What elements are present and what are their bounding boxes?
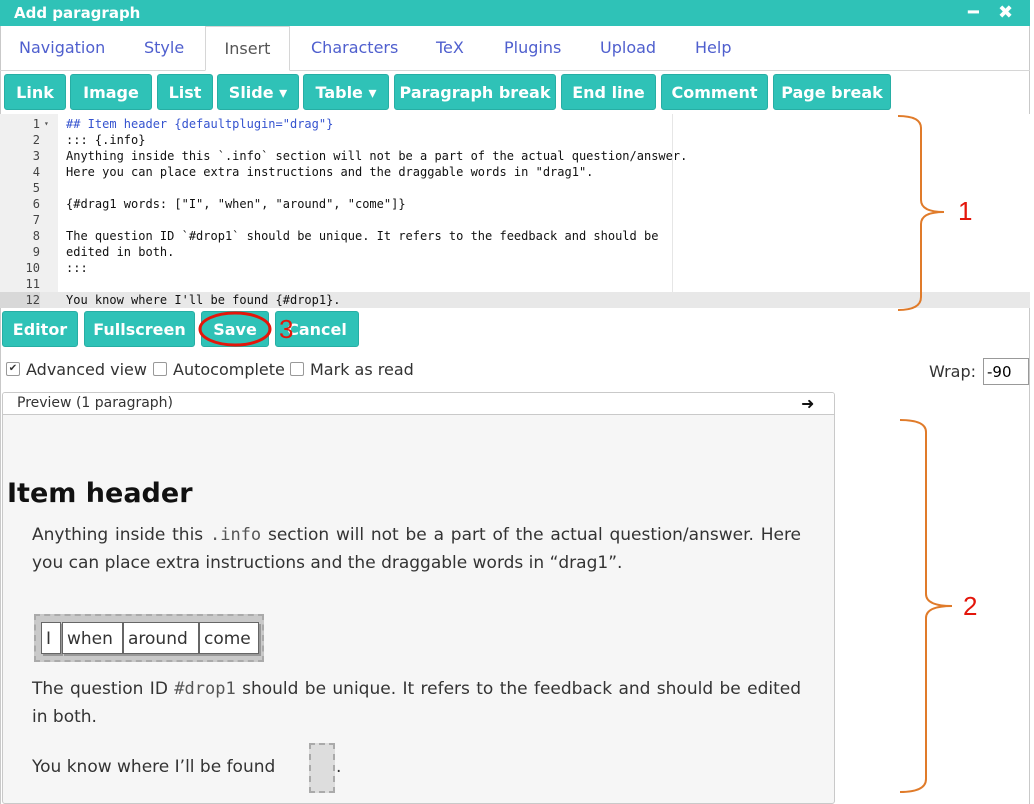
autocomplete-checkbox[interactable] (153, 361, 167, 376)
comment-button[interactable]: Comment (661, 74, 768, 110)
tab-bar: Navigation Style Insert Characters TeX P… (0, 26, 1030, 71)
editor-line[interactable]: 9 edited in both. (0, 244, 1030, 260)
annotation-label-3: 3 (279, 314, 294, 344)
line-code: You know where I'll be found {#drop1}. (66, 293, 341, 307)
line-number: 12 (0, 292, 40, 308)
line-number: 3 (32, 149, 40, 163)
tab-navigation[interactable]: Navigation (5, 26, 119, 70)
dialog-titlebar: Add paragraph ━ ✖ (0, 0, 1030, 26)
annotation-label-2: 2 (963, 591, 978, 621)
line-number: 5 (32, 181, 40, 195)
info-paragraph: Anything inside this .info section will … (32, 521, 801, 577)
preview-heading: Item header (7, 478, 193, 509)
line-code: Here you can place extra instructions an… (66, 165, 594, 179)
line-number: 1 (32, 117, 40, 131)
draggable-word[interactable]: come (199, 622, 259, 654)
line-number: 4 (32, 165, 40, 179)
tab-characters[interactable]: Characters (297, 26, 412, 70)
fold-toggle-icon[interactable]: ▾ (44, 116, 49, 132)
save-button[interactable]: Save (201, 311, 269, 347)
minimize-icon[interactable]: ━ (968, 0, 979, 26)
annotation-label-1: 1 (958, 196, 973, 226)
drop-target[interactable] (309, 743, 335, 793)
line-number: 8 (32, 229, 40, 243)
editor-lines[interactable]: 1 ▾ ## Item header {defaultplugin="drag"} 2… (0, 116, 1030, 308)
editor-line[interactable]: 7 (0, 212, 1030, 228)
line-code: ::: {.info} (66, 133, 146, 147)
drag-source-area: I when around come (34, 614, 264, 662)
question-text-1: The question ID (32, 679, 168, 699)
insert-list-button[interactable]: List (157, 74, 213, 110)
found-period: . (336, 757, 342, 777)
line-code: ::: (66, 261, 88, 275)
editor-line[interactable]: 5 (0, 180, 1030, 196)
close-icon[interactable]: ✖ (998, 0, 1013, 26)
mark-as-read-checkbox[interactable] (290, 361, 304, 376)
line-number: 9 (32, 245, 40, 259)
paragraph-break-button[interactable]: Paragraph break (394, 74, 556, 110)
insert-slide-dropdown[interactable]: Slide ▾ (217, 74, 299, 110)
line-number: 6 (32, 197, 40, 211)
tab-help[interactable]: Help (681, 26, 745, 70)
editor-line[interactable]: 8 The question ID `#drop1` should be uniq… (0, 228, 1030, 244)
wrap-label: Wrap: (929, 362, 977, 381)
advanced-view-label: Advanced view (26, 360, 147, 379)
editor-button[interactable]: Editor (2, 311, 78, 347)
tab-insert[interactable]: Insert (205, 26, 290, 71)
line-number: 11 (25, 277, 40, 291)
dialog-title: Add paragraph (14, 4, 141, 22)
editor-line[interactable]: 12 You know where I'll be found {#drop1}. (0, 292, 1030, 308)
editor-line[interactable]: 2::: {.info} (0, 132, 1030, 148)
editor-line[interactable]: 6 {#drag1 words: ["I", "when", "around", … (0, 196, 1030, 212)
info-code: .info (209, 525, 262, 545)
question-code: #drop1 (174, 679, 236, 699)
insert-link-button[interactable]: Link (4, 74, 66, 110)
advanced-view-option[interactable]: ✔ Advanced view (6, 360, 147, 379)
draggable-word[interactable]: around (123, 622, 199, 654)
preview-header: Preview (1 paragraph) ➜ (3, 393, 834, 415)
preview-title: Preview (1 paragraph) (17, 395, 174, 411)
advanced-view-checkbox[interactable]: ✔ (6, 361, 20, 376)
tab-tex[interactable]: TeX (422, 26, 478, 70)
line-code: The question ID `#drop1` should be uniqu… (66, 229, 659, 243)
line-number: 2 (32, 133, 40, 147)
tab-style[interactable]: Style (130, 26, 198, 70)
info-text-1: Anything inside this (32, 525, 204, 545)
autocomplete-option[interactable]: Autocomplete (153, 360, 285, 379)
line-number: 10 (25, 261, 40, 275)
line-code: ## Item header {defaultplugin="drag"} (66, 117, 334, 131)
mark-as-read-label: Mark as read (310, 360, 414, 379)
mark-as-read-option[interactable]: Mark as read (290, 360, 414, 379)
page-break-button[interactable]: Page break (773, 74, 891, 110)
markdown-editor[interactable]: 1 ▾ ## Item header {defaultplugin="drag"} 2… (0, 114, 1030, 308)
line-number: 7 (32, 213, 40, 227)
draggable-word[interactable]: when (62, 622, 123, 654)
editor-line[interactable]: 10::: (0, 260, 1030, 276)
insert-image-button[interactable]: Image (70, 74, 152, 110)
fullscreen-button[interactable]: Fullscreen (84, 311, 195, 347)
editor-line[interactable]: 1 ▾ ## Item header {defaultplugin="drag"} (0, 116, 1030, 132)
insert-table-dropdown[interactable]: Table ▾ (303, 74, 389, 110)
autocomplete-label: Autocomplete (173, 360, 285, 379)
tab-plugins[interactable]: Plugins (490, 26, 575, 70)
editor-line[interactable]: 4 Here you can place extra instructions a… (0, 164, 1030, 180)
draggable-word[interactable]: I (41, 622, 61, 654)
line-code: Anything inside this `.info` section wil… (66, 149, 688, 163)
editor-line[interactable]: 3 Anything inside this `.info` section wi… (0, 148, 1030, 164)
preview-panel: Preview (1 paragraph) ➜ (2, 392, 835, 804)
wrap-input[interactable] (983, 358, 1029, 385)
tab-upload[interactable]: Upload (586, 26, 670, 70)
line-code: edited in both. (66, 245, 175, 259)
found-sentence: You know where I’ll be found (32, 757, 276, 777)
line-code: {#drag1 words: ["I", "when", "around", "… (66, 197, 406, 211)
question-paragraph: The question ID #drop1 should be unique.… (32, 675, 801, 731)
editor-line[interactable]: 11 (0, 276, 1030, 292)
end-line-button[interactable]: End line (561, 74, 656, 110)
arrow-right-icon[interactable]: ➜ (801, 393, 814, 414)
